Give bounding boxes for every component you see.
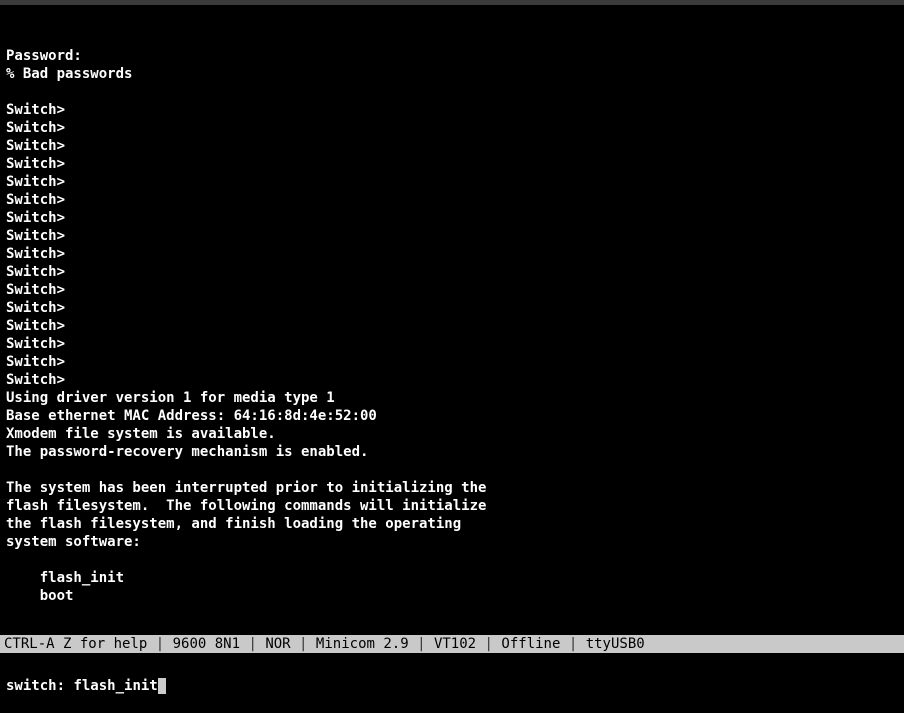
- terminal-line: [6, 83, 898, 101]
- terminal-line: Switch>: [6, 281, 898, 299]
- terminal-line: Switch>: [6, 245, 898, 263]
- status-separator: |: [291, 635, 316, 653]
- terminal-line: Switch>: [6, 299, 898, 317]
- status-separator: |: [409, 635, 434, 653]
- terminal-line: % Bad passwords: [6, 65, 898, 83]
- terminal-line: Xmodem file system is available.: [6, 425, 898, 443]
- terminal-line: the flash filesystem, and finish loading…: [6, 515, 898, 533]
- terminal-line: Switch>: [6, 155, 898, 173]
- status-flow: NOR: [265, 635, 290, 653]
- terminal-line: Switch>: [6, 119, 898, 137]
- status-help: CTRL-A Z for help: [4, 635, 147, 653]
- terminal-line: Using driver version 1 for media type 1: [6, 389, 898, 407]
- status-separator: |: [560, 635, 585, 653]
- terminal-line: Switch>: [6, 263, 898, 281]
- terminal-line: Switch>: [6, 173, 898, 191]
- status-term: VT102: [434, 635, 476, 653]
- terminal-line: Switch>: [6, 317, 898, 335]
- terminal-output[interactable]: Password:% Bad passwordsSwitch>Switch>Sw…: [0, 5, 904, 713]
- terminal-line: Switch>: [6, 371, 898, 389]
- status-baud: 9600 8N1: [173, 635, 240, 653]
- status-bar: CTRL-A Z for help | 9600 8N1 | NOR | Min…: [0, 635, 904, 653]
- terminal-line: Switch>: [6, 209, 898, 227]
- terminal-line: Switch>: [6, 335, 898, 353]
- status-conn: Offline: [501, 635, 560, 653]
- status-separator: |: [476, 635, 501, 653]
- status-separator: |: [147, 635, 172, 653]
- terminal-line: Switch>: [6, 191, 898, 209]
- terminal-line: [6, 461, 898, 479]
- terminal-prompt: switch:: [6, 678, 73, 694]
- terminal-line: The password-recovery mechanism is enabl…: [6, 443, 898, 461]
- terminal-line: Password:: [6, 47, 898, 65]
- status-app: Minicom 2.9: [316, 635, 409, 653]
- cursor-icon: [158, 678, 166, 694]
- terminal-line: flash filesystem. The following commands…: [6, 497, 898, 515]
- terminal-line: Switch>: [6, 101, 898, 119]
- terminal-prompt-line[interactable]: switch: flash_init: [6, 677, 898, 695]
- terminal-line: Switch>: [6, 353, 898, 371]
- terminal-line: The system has been interrupted prior to…: [6, 479, 898, 497]
- terminal-input-text[interactable]: flash_init: [73, 678, 157, 694]
- status-port: ttyUSB0: [586, 635, 645, 653]
- terminal-line: Base ethernet MAC Address: 64:16:8d:4e:5…: [6, 407, 898, 425]
- terminal-line: Switch>: [6, 137, 898, 155]
- terminal-line: system software:: [6, 533, 898, 551]
- terminal-line: flash_init: [6, 569, 898, 587]
- status-separator: |: [240, 635, 265, 653]
- terminal-line: boot: [6, 587, 898, 605]
- terminal-line: Switch>: [6, 227, 898, 245]
- terminal-line: [6, 551, 898, 569]
- terminal-line: [6, 605, 898, 623]
